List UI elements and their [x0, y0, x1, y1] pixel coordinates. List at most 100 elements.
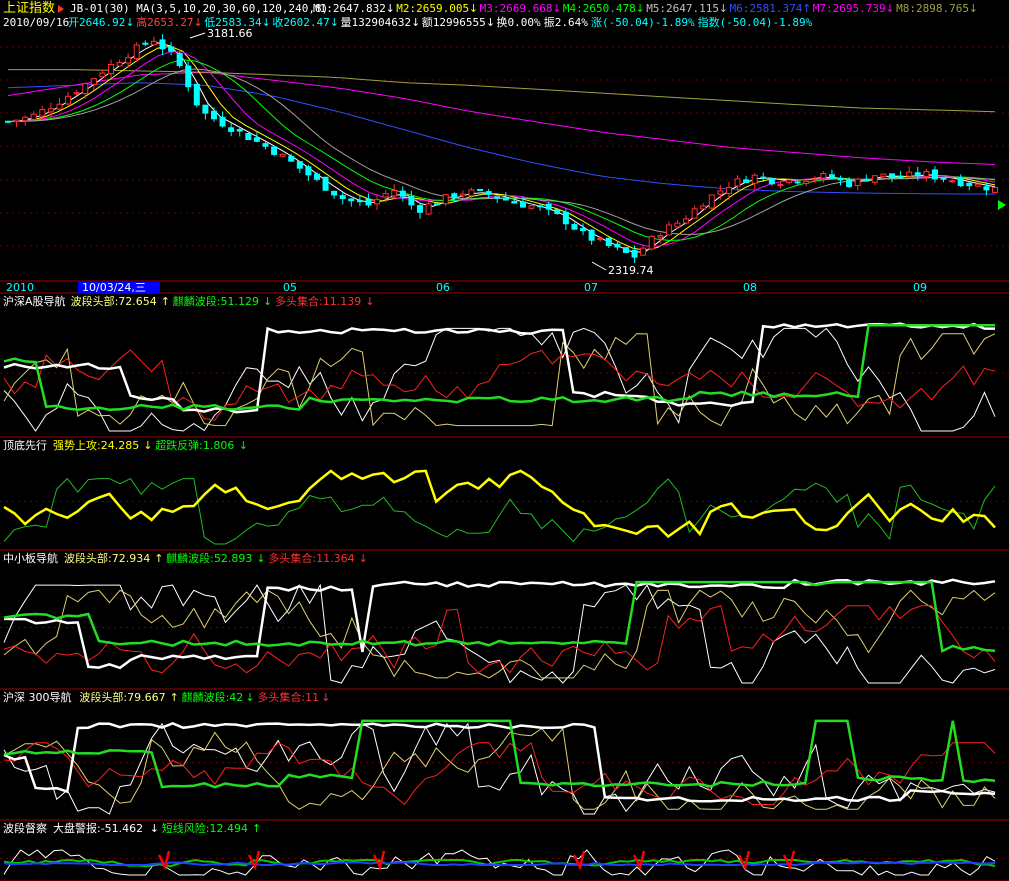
candle-body[interactable]: [743, 179, 750, 184]
candle-body[interactable]: [356, 200, 363, 203]
candle-body[interactable]: [125, 57, 132, 64]
candle-body[interactable]: [65, 95, 72, 105]
candle-body[interactable]: [992, 186, 998, 193]
candle-body[interactable]: [116, 62, 123, 67]
candle-body[interactable]: [562, 211, 569, 225]
candle-body[interactable]: [176, 53, 183, 67]
candle-body[interactable]: [339, 195, 346, 200]
candle-body[interactable]: [494, 196, 501, 199]
candle-body[interactable]: [768, 178, 775, 185]
candle-body[interactable]: [365, 198, 372, 206]
candle-body[interactable]: [288, 155, 295, 162]
candle-body[interactable]: [228, 127, 235, 132]
candle-body[interactable]: [889, 173, 896, 178]
candle-body[interactable]: [150, 40, 157, 46]
candle-body[interactable]: [511, 200, 518, 204]
candle-body[interactable]: [202, 104, 209, 114]
candle-body[interactable]: [631, 249, 638, 258]
candle-body[interactable]: [614, 243, 621, 248]
candle-body[interactable]: [863, 178, 870, 182]
candle-body[interactable]: [725, 186, 732, 194]
candle-body[interactable]: [185, 65, 192, 88]
candle-body[interactable]: [451, 193, 458, 199]
candle-body[interactable]: [442, 194, 449, 205]
candle-body[interactable]: [691, 208, 698, 219]
candle-body[interactable]: [416, 205, 423, 213]
candle-body[interactable]: [382, 193, 389, 198]
candle-body[interactable]: [700, 205, 707, 210]
candle-body[interactable]: [305, 166, 312, 176]
candle-body[interactable]: [974, 183, 981, 187]
candle-body[interactable]: [210, 110, 217, 120]
candle-body[interactable]: [90, 78, 97, 85]
candle-body[interactable]: [640, 247, 647, 256]
candle-body[interactable]: [313, 173, 320, 180]
candle-body[interactable]: [674, 222, 681, 228]
candle-body[interactable]: [434, 203, 441, 206]
candle-body[interactable]: [82, 83, 89, 95]
candle-body[interactable]: [605, 237, 612, 246]
candle-body[interactable]: [168, 46, 175, 52]
panel-title[interactable]: 顶底先行: [3, 438, 47, 452]
candle-body[interactable]: [459, 193, 466, 197]
candle-body[interactable]: [262, 143, 269, 147]
candle-body[interactable]: [597, 238, 604, 241]
candle-body[interactable]: [554, 209, 561, 214]
candle-body[interactable]: [99, 72, 106, 78]
candle-body[interactable]: [906, 171, 913, 177]
candle-body[interactable]: [545, 203, 552, 210]
panel-title[interactable]: 沪深A股导航: [3, 294, 66, 308]
candle-body[interactable]: [193, 83, 200, 106]
candle-body[interactable]: [485, 191, 492, 195]
candle-body[interactable]: [897, 175, 904, 179]
candle-body[interactable]: [777, 184, 784, 187]
candle-body[interactable]: [794, 181, 801, 184]
candle-body[interactable]: [751, 174, 758, 184]
candle-body[interactable]: [296, 161, 303, 169]
candle-body[interactable]: [837, 178, 844, 181]
panel-title[interactable]: 中小板导航: [3, 551, 58, 565]
candle-body[interactable]: [142, 42, 149, 45]
candle-body[interactable]: [13, 119, 20, 123]
candle-body[interactable]: [477, 188, 484, 191]
candle-body[interactable]: [786, 179, 793, 183]
candle-body[interactable]: [528, 205, 535, 209]
candle-body[interactable]: [854, 178, 861, 187]
candle-body[interactable]: [331, 190, 338, 196]
candle-body[interactable]: [502, 197, 509, 201]
candle-body[interactable]: [880, 173, 887, 178]
candle-body[interactable]: [159, 39, 166, 50]
candle-body[interactable]: [73, 92, 80, 95]
candle-body[interactable]: [408, 196, 415, 206]
candle-body[interactable]: [940, 177, 947, 180]
candle-body[interactable]: [717, 190, 724, 195]
candle-body[interactable]: [846, 179, 853, 188]
candle-body[interactable]: [957, 177, 964, 187]
panel-title[interactable]: 沪深 300导航: [3, 690, 72, 704]
candle-body[interactable]: [39, 109, 46, 117]
candle-body[interactable]: [734, 178, 741, 187]
candle-body[interactable]: [914, 172, 921, 177]
candle-body[interactable]: [374, 199, 381, 205]
candle-body[interactable]: [949, 180, 956, 183]
candle-body[interactable]: [399, 190, 406, 197]
candle-body[interactable]: [983, 186, 990, 191]
candle-body[interactable]: [708, 194, 715, 209]
candle-body[interactable]: [571, 224, 578, 230]
candlestick-series[interactable]: [5, 34, 998, 264]
candle-body[interactable]: [425, 203, 432, 215]
candle-body[interactable]: [107, 63, 114, 75]
candle-body[interactable]: [760, 176, 767, 179]
candle-body[interactable]: [56, 103, 63, 110]
candle-body[interactable]: [219, 116, 226, 127]
candle-body[interactable]: [657, 235, 664, 238]
candle-body[interactable]: [648, 235, 655, 250]
panel-title[interactable]: 波段督察: [3, 821, 47, 835]
candle-body[interactable]: [253, 137, 260, 142]
candle-body[interactable]: [966, 182, 973, 187]
candle-body[interactable]: [820, 172, 827, 179]
candle-body[interactable]: [391, 190, 398, 197]
candle-body[interactable]: [279, 153, 286, 157]
candle-body[interactable]: [588, 229, 595, 241]
candle-body[interactable]: [47, 108, 54, 113]
